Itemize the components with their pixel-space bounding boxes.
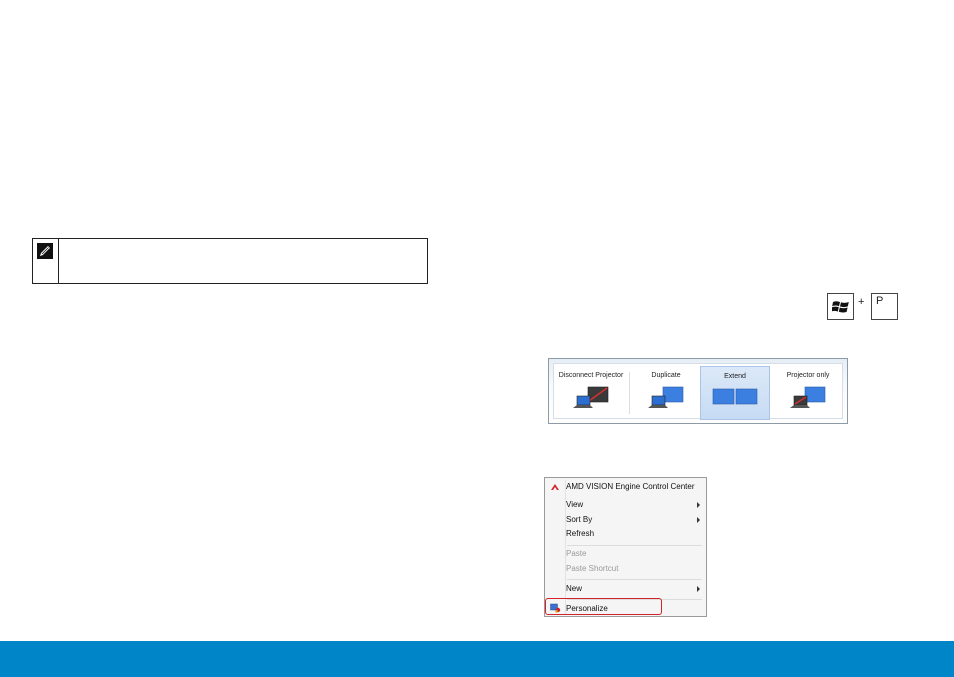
menu-item-new[interactable]: New — [566, 583, 702, 595]
windows-key — [827, 293, 854, 320]
option-label: Extend — [724, 373, 746, 380]
option-disconnect-projector[interactable]: Disconnect Projector — [556, 366, 626, 420]
menu-separator — [567, 545, 702, 546]
projector-only-icon — [790, 386, 826, 408]
duplicate-display-icon — [648, 386, 684, 408]
option-duplicate[interactable]: Duplicate — [631, 366, 701, 420]
note-pencil-icon — [37, 243, 53, 259]
p-key-label: P — [876, 295, 884, 307]
menu-separator — [567, 579, 702, 580]
desktop-context-menu: AMD VISION Engine Control Center View So… — [544, 477, 707, 617]
personalize-highlight-outline — [545, 598, 662, 615]
option-label: Projector only — [786, 372, 830, 379]
footer-bar — [0, 641, 954, 677]
menu-item-label: Refresh — [566, 529, 595, 538]
projector-switcher: Disconnect Projector Duplicate Extend Pr… — [548, 358, 848, 424]
amd-logo-icon — [551, 484, 559, 490]
menu-item-label: View — [566, 500, 584, 509]
menu-item-label: Paste Shortcut — [566, 564, 619, 573]
menu-item-label: AMD VISION Engine Control Center — [566, 482, 695, 491]
option-label: Disconnect Projector — [558, 372, 624, 379]
windows-logo-icon — [832, 301, 849, 313]
note-box — [32, 238, 428, 284]
extend-display-icon — [712, 388, 758, 405]
submenu-arrow-icon — [697, 502, 700, 508]
laptop-only-icon — [573, 386, 609, 408]
option-separator — [629, 372, 630, 414]
menu-item-paste: Paste — [566, 548, 702, 560]
menu-item-label: Paste — [566, 549, 587, 558]
p-key: P — [871, 293, 898, 320]
option-extend[interactable]: Extend — [700, 366, 770, 420]
menu-item-sort-by[interactable]: Sort By — [566, 514, 702, 526]
submenu-arrow-icon — [697, 517, 700, 523]
menu-item-label: New — [566, 584, 583, 593]
option-projector-only[interactable]: Projector only — [773, 366, 843, 420]
menu-item-view[interactable]: View — [566, 499, 702, 511]
menu-item-label: Sort By — [566, 515, 593, 524]
submenu-arrow-icon — [697, 586, 700, 592]
note-icon-cell — [33, 239, 59, 283]
plus-sign: + — [858, 296, 865, 308]
menu-item-paste-shortcut: Paste Shortcut — [566, 563, 702, 575]
menu-item-refresh[interactable]: Refresh — [566, 528, 702, 540]
projector-switcher-panel: Disconnect Projector Duplicate Extend Pr… — [553, 363, 843, 420]
menu-item-amd-vision[interactable]: AMD VISION Engine Control Center — [566, 481, 702, 493]
option-label: Duplicate — [651, 372, 681, 379]
